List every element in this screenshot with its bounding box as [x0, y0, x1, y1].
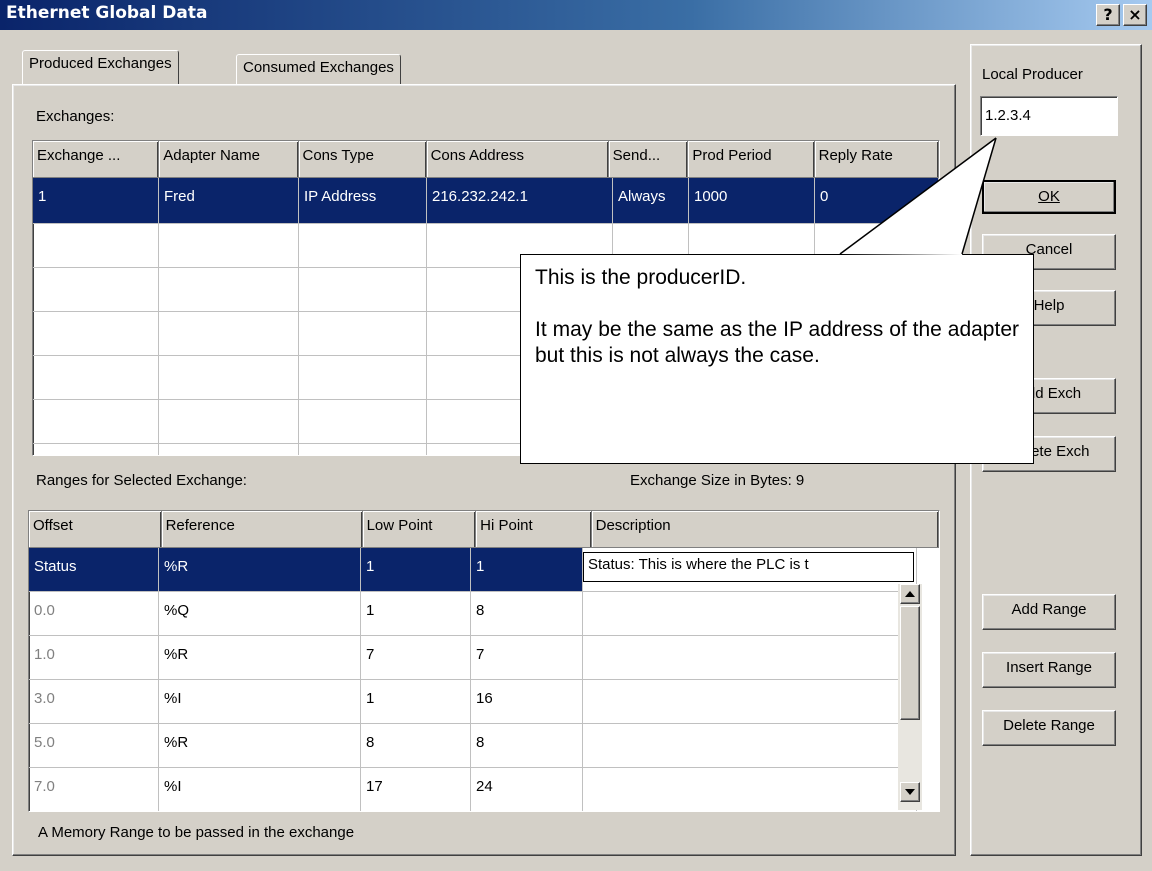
description-cell[interactable] [583, 680, 917, 724]
hi-point-cell: 24 [471, 768, 583, 811]
ranges-grid[interactable]: Offset Reference Low Point Hi Point Desc… [28, 510, 940, 812]
exchanges-header: Exchange ... Adapter Name Cons Type Cons… [33, 141, 939, 178]
low-point-cell: 1 [361, 548, 471, 592]
column-header[interactable]: Description [591, 511, 939, 548]
offset-cell: 3.0 [29, 680, 159, 724]
callout-pointer [839, 137, 997, 255]
ranges-header: Offset Reference Low Point Hi Point Desc… [29, 511, 939, 548]
exchanges-label: Exchanges: [36, 108, 115, 125]
close-button[interactable]: × [1123, 4, 1147, 26]
column-header[interactable]: Prod Period [688, 141, 815, 178]
description-cell[interactable] [583, 768, 917, 811]
reference-cell: %R [159, 724, 361, 768]
reference-cell: %I [159, 768, 361, 811]
help-title-button[interactable]: ? [1096, 4, 1120, 26]
exchange-id-cell: 1 [33, 178, 159, 224]
add-range-label: Add Range [1011, 601, 1087, 618]
tab-produced-exchanges[interactable]: Produced Exchanges [22, 50, 179, 84]
hi-point-cell: 7 [471, 636, 583, 680]
help-label: Help [1033, 297, 1065, 314]
delete-range-label: Delete Range [1003, 717, 1095, 734]
local-producer-label: Local Producer [982, 66, 1083, 83]
table-row[interactable]: 5.0 %R 8 8 [29, 724, 939, 768]
table-row[interactable]: 1.0 %R 7 7 [29, 636, 939, 680]
column-header[interactable]: Low Point [362, 511, 477, 548]
low-point-cell: 7 [361, 636, 471, 680]
delete-range-button[interactable]: Delete Range [982, 710, 1116, 746]
column-header[interactable]: Reference [161, 511, 363, 548]
insert-range-label: Insert Range [1006, 659, 1092, 676]
window-title: Ethernet Global Data [6, 3, 208, 23]
column-header[interactable]: Exchange ... [33, 141, 160, 178]
ranges-label: Ranges for Selected Exchange: [36, 472, 247, 489]
column-header[interactable]: Offset [29, 511, 162, 548]
table-row[interactable]: 1 Fred IP Address 216.232.242.1 Always 1… [33, 178, 939, 224]
offset-cell: 1.0 [29, 636, 159, 680]
hi-point-cell: 1 [471, 548, 583, 592]
adapter-name-cell: Fred [159, 178, 299, 224]
table-row[interactable]: 3.0 %I 1 16 [29, 680, 939, 724]
arrow-down-icon [905, 789, 915, 795]
column-header[interactable]: Cons Type [298, 141, 427, 178]
column-header[interactable]: Send... [608, 141, 689, 178]
description-editor[interactable]: Status: This is where the PLC is t [583, 552, 914, 582]
status-text: A Memory Range to be passed in the excha… [38, 824, 355, 841]
low-point-cell: 1 [361, 592, 471, 636]
table-row[interactable]: Status %R 1 1 Status: This is where the … [29, 548, 939, 592]
offset-cell: 0.0 [29, 592, 159, 636]
reference-cell: %R [159, 548, 361, 592]
ok-label: OK [1038, 188, 1060, 205]
producer-id-callout: This is the producerID. It may be the sa… [520, 254, 1034, 464]
description-cell[interactable] [583, 724, 917, 768]
reference-cell: %Q [159, 592, 361, 636]
column-header[interactable]: Cons Address [426, 141, 609, 178]
offset-cell: Status [29, 548, 159, 592]
ranges-scrollbar[interactable] [898, 584, 922, 810]
hi-point-cell: 8 [471, 592, 583, 636]
prod-period-cell: 1000 [689, 178, 815, 224]
low-point-cell: 1 [361, 680, 471, 724]
low-point-cell: 8 [361, 724, 471, 768]
exchange-size-label: Exchange Size in Bytes: 9 [630, 472, 805, 489]
hi-point-cell: 16 [471, 680, 583, 724]
callout-line-2: It may be the same as the IP address of … [535, 318, 1019, 367]
send-cell: Always [613, 178, 689, 224]
cons-type-cell: IP Address [299, 178, 427, 224]
insert-range-button[interactable]: Insert Range [982, 652, 1116, 688]
column-header[interactable]: Hi Point [476, 511, 592, 548]
scroll-thumb[interactable] [900, 606, 920, 720]
cons-address-cell: 216.232.242.1 [427, 178, 613, 224]
offset-cell: 7.0 [29, 768, 159, 811]
table-row[interactable]: 7.0 %I 17 24 [29, 768, 939, 811]
description-cell[interactable] [583, 636, 917, 680]
offset-cell: 5.0 [29, 724, 159, 768]
description-cell[interactable] [583, 592, 917, 636]
hi-point-cell: 8 [471, 724, 583, 768]
add-range-button[interactable]: Add Range [982, 594, 1116, 630]
scroll-up-button[interactable] [900, 584, 920, 604]
reference-cell: %I [159, 680, 361, 724]
scroll-down-button[interactable] [900, 782, 920, 802]
column-header[interactable]: Adapter Name [159, 141, 299, 178]
table-row[interactable]: 0.0 %Q 1 8 [29, 592, 939, 636]
tab-consumed-exchanges[interactable]: Consumed Exchanges [236, 54, 401, 84]
low-point-cell: 17 [361, 768, 471, 811]
arrow-up-icon [905, 591, 915, 597]
reference-cell: %R [159, 636, 361, 680]
callout-line-1: This is the producerID. [535, 266, 747, 289]
